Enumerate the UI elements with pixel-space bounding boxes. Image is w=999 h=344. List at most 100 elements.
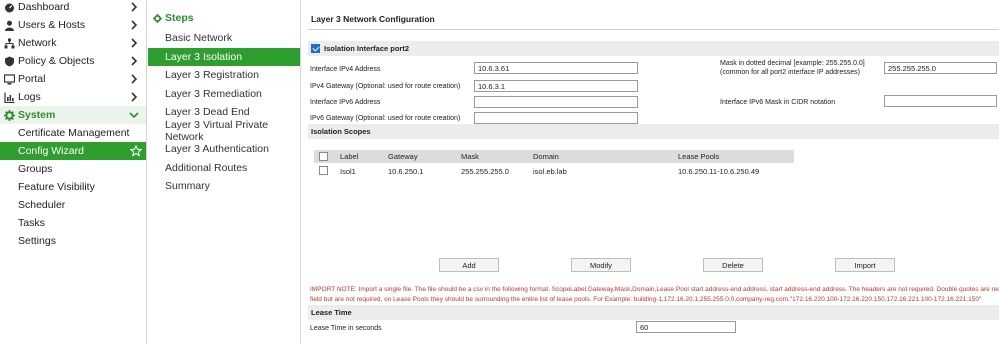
column-header-label: Label bbox=[340, 152, 359, 161]
nav-sub-groups[interactable]: Groups bbox=[0, 160, 146, 178]
logs-icon bbox=[4, 92, 15, 103]
star-icon[interactable] bbox=[130, 145, 142, 157]
nav-sub-label: Groups bbox=[18, 163, 53, 175]
chevron-right-icon bbox=[131, 74, 138, 84]
step-layer3-vpn[interactable]: Layer 3 Virtual Private Network bbox=[148, 118, 300, 143]
import-note-line2: field but are not required, on Lease Poo… bbox=[310, 296, 982, 303]
nav-sub-settings[interactable]: Settings bbox=[0, 232, 146, 250]
import-note: IMPORT NOTE: Import a single file. The f… bbox=[310, 285, 999, 305]
add-button[interactable]: Add bbox=[439, 258, 499, 272]
step-label: Summary bbox=[165, 180, 210, 193]
wizard-steps-panel: Steps Basic Network Layer 3 Isolation La… bbox=[148, 0, 301, 344]
step-label: Additional Routes bbox=[165, 161, 248, 174]
table-row[interactable]: Isol1 10.6.250.1 255.255.255.0 isol.eb.l… bbox=[314, 163, 794, 178]
step-label: Layer 3 Registration bbox=[165, 69, 259, 82]
nav-item-system[interactable]: System bbox=[0, 106, 146, 124]
lease-time-bar: Lease Time bbox=[308, 305, 999, 320]
lease-time-input[interactable] bbox=[636, 321, 736, 333]
nav-item-policy-objects[interactable]: Policy & Objects bbox=[0, 52, 146, 70]
nav-item-dashboard[interactable]: Dashboard bbox=[0, 0, 146, 16]
step-layer3-registration[interactable]: Layer 3 Registration bbox=[148, 66, 300, 85]
ipv4-gateway-input[interactable] bbox=[474, 80, 638, 92]
ipv6-mask-input[interactable] bbox=[884, 95, 997, 107]
isolation-scopes-label: Isolation Scopes bbox=[311, 127, 371, 136]
step-label: Layer 3 Remediation bbox=[165, 87, 262, 100]
chevron-right-icon bbox=[131, 56, 138, 66]
mask-label-line2: (common for all port2 interface IP addre… bbox=[720, 69, 860, 76]
gear-icon bbox=[153, 13, 162, 23]
ipv6-address-input[interactable] bbox=[474, 96, 638, 108]
users-icon bbox=[4, 20, 15, 31]
cell-lease-pools: 10.6.250.11-10.6.250.49 bbox=[678, 167, 760, 176]
ipv4-address-label: Interface IPv4 Address bbox=[310, 66, 381, 73]
main-navigation: Dashboard Users & Hosts Network Policy &… bbox=[0, 0, 147, 344]
nav-item-label: Dashboard bbox=[18, 1, 70, 13]
dashboard-icon bbox=[4, 2, 15, 13]
lease-time-header: Lease Time bbox=[311, 308, 352, 317]
chevron-right-icon bbox=[131, 92, 138, 102]
modify-button[interactable]: Modify bbox=[571, 258, 631, 272]
chevron-right-icon bbox=[131, 38, 138, 48]
cell-gateway: 10.6.250.1 bbox=[388, 167, 424, 176]
nav-sub-label: Certificate Management bbox=[18, 127, 130, 139]
nav-sub-config-wizard[interactable]: Config Wizard bbox=[0, 142, 146, 160]
column-header-mask: Mask bbox=[461, 152, 479, 161]
step-layer3-authentication[interactable]: Layer 3 Authentication bbox=[148, 140, 300, 159]
ipv6-gateway-input[interactable] bbox=[474, 112, 638, 124]
ipv6-mask-label: Interface IPv6 Mask in CIDR notation bbox=[720, 99, 836, 106]
column-header-gateway: Gateway bbox=[388, 152, 418, 161]
steps-header-label: Steps bbox=[165, 12, 194, 24]
import-button[interactable]: Import bbox=[835, 258, 895, 272]
delete-button[interactable]: Delete bbox=[703, 258, 763, 272]
page-title: Layer 3 Network Configuration bbox=[311, 14, 435, 24]
nav-sub-tasks[interactable]: Tasks bbox=[0, 214, 146, 232]
nav-sub-label: Settings bbox=[18, 235, 56, 247]
lease-time-label: Lease Time in seconds bbox=[310, 325, 382, 332]
nav-sub-certificate-management[interactable]: Certificate Management bbox=[0, 124, 146, 142]
row-checkbox[interactable] bbox=[319, 166, 328, 175]
table-header: Label Gateway Mask Domain Lease Pools bbox=[314, 150, 794, 163]
chevron-right-icon bbox=[131, 2, 138, 12]
nav-item-logs[interactable]: Logs bbox=[0, 88, 146, 106]
nav-sub-label: Config Wizard bbox=[18, 145, 84, 157]
isolation-scopes-bar: Isolation Scopes bbox=[308, 124, 999, 139]
portal-icon bbox=[4, 73, 15, 85]
policy-icon bbox=[4, 56, 15, 67]
step-label: Layer 3 Virtual Private Network bbox=[165, 118, 269, 143]
nav-sub-label: Feature Visibility bbox=[18, 181, 95, 193]
steps-header: Steps bbox=[148, 7, 300, 29]
gear-icon bbox=[4, 109, 15, 121]
step-basic-network[interactable]: Basic Network bbox=[148, 29, 300, 48]
step-additional-routes[interactable]: Additional Routes bbox=[148, 159, 300, 178]
import-note-line1: IMPORT NOTE: Import a single file. The f… bbox=[310, 286, 999, 293]
mask-input[interactable] bbox=[884, 62, 997, 74]
cell-label: Isol1 bbox=[340, 167, 356, 176]
column-header-lease-pools: Lease Pools bbox=[678, 152, 720, 161]
isolation-interface-checkbox[interactable] bbox=[311, 44, 320, 53]
nav-item-label: Users & Hosts bbox=[18, 19, 86, 31]
step-label: Layer 3 Isolation bbox=[165, 50, 243, 63]
nav-item-label: Logs bbox=[18, 91, 41, 103]
isolation-scopes-table: Label Gateway Mask Domain Lease Pools Is… bbox=[314, 150, 794, 178]
nav-sub-scheduler[interactable]: Scheduler bbox=[0, 196, 146, 214]
nav-item-network[interactable]: Network bbox=[0, 34, 146, 52]
step-layer3-remediation[interactable]: Layer 3 Remediation bbox=[148, 85, 300, 104]
select-all-checkbox[interactable] bbox=[319, 152, 328, 161]
nav-item-label: System bbox=[18, 109, 56, 121]
network-icon bbox=[4, 38, 15, 49]
nav-item-portal[interactable]: Portal bbox=[0, 70, 146, 88]
isolation-interface-label: Isolation Interface port2 bbox=[324, 44, 410, 53]
ipv4-address-input[interactable] bbox=[474, 62, 638, 74]
nav-sub-feature-visibility[interactable]: Feature Visibility bbox=[0, 178, 146, 196]
step-label: Layer 3 Authentication bbox=[165, 143, 269, 156]
step-label: Basic Network bbox=[165, 32, 233, 45]
ipv4-gateway-label: IPv4 Gateway (Optional: used for route c… bbox=[310, 83, 461, 90]
ipv6-gateway-label: IPv6 Gateway (Optional: used for route c… bbox=[310, 115, 461, 122]
cell-domain: isol.eb.lab bbox=[533, 167, 567, 176]
nav-item-label: Network bbox=[18, 37, 57, 49]
nav-item-label: Portal bbox=[18, 73, 46, 85]
step-layer3-isolation[interactable]: Layer 3 Isolation bbox=[148, 47, 300, 66]
step-summary[interactable]: Summary bbox=[148, 177, 300, 196]
nav-item-users-hosts[interactable]: Users & Hosts bbox=[0, 16, 146, 34]
ipv6-address-label: Interface IPv6 Address bbox=[310, 99, 381, 106]
